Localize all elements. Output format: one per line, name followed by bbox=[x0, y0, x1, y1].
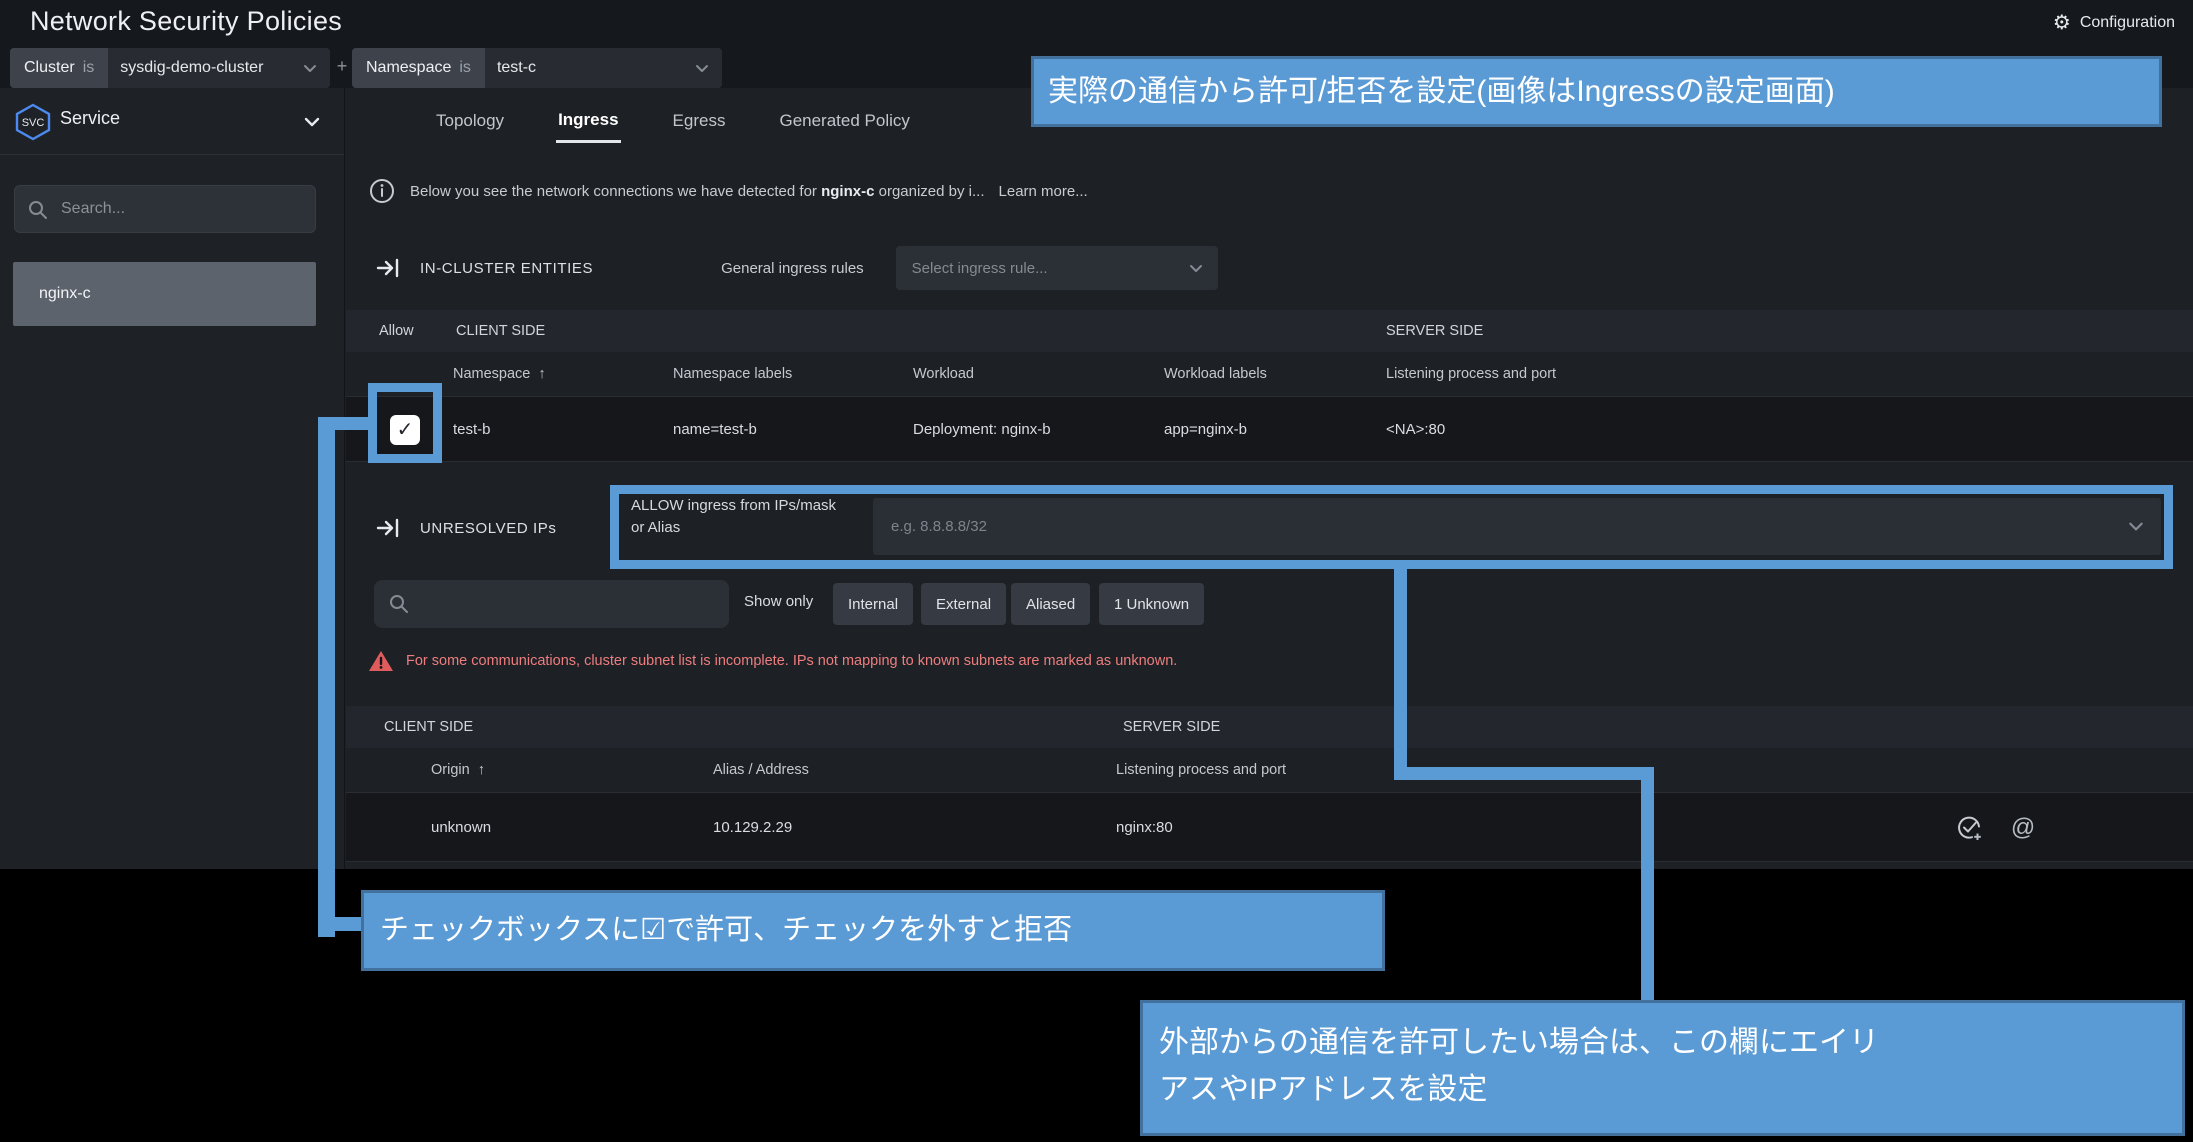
subnet-warning: For some communications, cluster subnet … bbox=[368, 644, 1177, 678]
annotation-connector-line bbox=[318, 417, 335, 937]
cell-listening: nginx:80 bbox=[1116, 793, 1173, 861]
annotation-connector-line bbox=[318, 917, 366, 931]
service-hexagon-icon: SVC bbox=[14, 102, 52, 142]
allow-input-highlight-box bbox=[610, 485, 2173, 569]
table-row: ✓ test-b name=test-b Deployment: nginx-b… bbox=[346, 396, 2193, 462]
assign-rule-icon[interactable] bbox=[1954, 813, 1984, 843]
search-icon bbox=[27, 199, 49, 221]
ingress-rule-select[interactable]: Select ingress rule... bbox=[896, 246, 1218, 290]
configuration-button[interactable]: ⚙ Configuration bbox=[2053, 10, 2175, 35]
configuration-label: Configuration bbox=[2080, 14, 2175, 32]
info-banner: Below you see the network connections we… bbox=[368, 176, 1088, 206]
sidebar-search bbox=[14, 185, 316, 233]
filter-button-external[interactable]: External bbox=[921, 583, 1006, 625]
cluster-filter-dropdown[interactable]: Cluster is sysdig-demo-cluster bbox=[10, 48, 330, 88]
annotation-connector-line bbox=[1394, 767, 1654, 780]
learn-more-link[interactable]: Learn more... bbox=[999, 183, 1088, 200]
warning-text: For some communications, cluster subnet … bbox=[406, 653, 1177, 669]
general-ingress-rules-label: General ingress rules bbox=[721, 260, 864, 277]
unresolved-ips-section-header: UNRESOLVED IPs bbox=[376, 508, 557, 548]
gear-icon: ⚙ bbox=[2053, 10, 2071, 35]
chevron-down-icon bbox=[302, 112, 322, 132]
col-listening[interactable]: Listening process and port bbox=[1386, 352, 1556, 396]
tab-egress[interactable]: Egress bbox=[671, 97, 728, 141]
col-listening[interactable]: Listening process and port bbox=[1116, 748, 1286, 792]
col-origin[interactable]: Origin↑ bbox=[431, 748, 485, 792]
service-type-label: Service bbox=[60, 108, 120, 129]
chevron-down-icon bbox=[302, 48, 330, 88]
tab-topology[interactable]: Topology bbox=[434, 97, 506, 141]
search-icon bbox=[388, 593, 410, 615]
info-subject: nginx-c bbox=[821, 183, 874, 200]
namespace-filter-field: Namespace is bbox=[352, 48, 485, 88]
in-cluster-table-group-header: Allow CLIENT SIDE SERVER SIDE bbox=[346, 310, 2193, 352]
unresolved-filter-row: Show only Internal External Aliased 1 Un… bbox=[346, 580, 2193, 630]
add-filter-button[interactable]: + bbox=[332, 56, 352, 77]
in-cluster-table-column-headers: Namespace↑ Namespace labels Workload Wor… bbox=[346, 352, 2193, 396]
cluster-filter-field: Cluster is bbox=[10, 48, 108, 88]
alias-at-icon[interactable]: @ bbox=[2008, 813, 2038, 843]
checkbox-highlight-box bbox=[368, 383, 442, 463]
ingress-enter-icon bbox=[376, 256, 402, 280]
unresolved-table-group-header: CLIENT SIDE SERVER SIDE bbox=[346, 706, 2193, 748]
ip-search bbox=[374, 580, 729, 628]
warning-icon bbox=[368, 649, 394, 673]
cell-origin: unknown bbox=[431, 793, 491, 861]
namespace-filter-value: test-c bbox=[485, 48, 694, 88]
server-side-header: SERVER SIDE bbox=[1123, 706, 1220, 748]
sort-asc-icon: ↑ bbox=[478, 762, 485, 778]
sidebar: SVC Service nginx-c bbox=[0, 88, 345, 869]
service-type-header[interactable]: SVC Service bbox=[0, 88, 344, 155]
filter-button-unknown[interactable]: 1 Unknown bbox=[1099, 583, 1204, 625]
tab-generated-policy[interactable]: Generated Policy bbox=[777, 97, 911, 141]
col-workload[interactable]: Workload bbox=[913, 352, 974, 396]
filter-button-aliased[interactable]: Aliased bbox=[1011, 583, 1090, 625]
info-text: Below you see the network connections we… bbox=[410, 183, 985, 200]
cluster-filter-value: sysdig-demo-cluster bbox=[108, 48, 298, 88]
page-title: Network Security Policies bbox=[30, 6, 342, 37]
table-row: unknown 10.129.2.29 nginx:80 @ bbox=[346, 792, 2193, 862]
annotation-top: 実際の通信から許可/拒否を設定(画像はIngressの設定画面) bbox=[1031, 56, 2162, 127]
cell-listening: <NA>:80 bbox=[1386, 397, 1445, 461]
col-workload-labels[interactable]: Workload labels bbox=[1164, 352, 1267, 396]
client-side-header: CLIENT SIDE bbox=[384, 706, 473, 748]
filter-button-internal[interactable]: Internal bbox=[833, 583, 913, 625]
svg-text:SVC: SVC bbox=[22, 117, 45, 129]
cell-alias-address: 10.129.2.29 bbox=[713, 793, 792, 861]
col-namespace-labels[interactable]: Namespace labels bbox=[673, 352, 792, 396]
annotation-external-traffic: 外部からの通信を許可したい場合は、この欄にエイリ アスやIPアドレスを設定 bbox=[1140, 1000, 2185, 1136]
sidebar-item-nginx-c[interactable]: nginx-c bbox=[13, 262, 316, 326]
in-cluster-section-header: IN-CLUSTER ENTITIES General ingress rule… bbox=[376, 243, 1218, 293]
allow-header: Allow bbox=[379, 310, 414, 352]
show-only-label: Show only bbox=[744, 593, 813, 610]
ip-search-input[interactable] bbox=[424, 580, 714, 626]
cell-workload: Deployment: nginx-b bbox=[913, 397, 1051, 461]
annotation-connector-line bbox=[1641, 767, 1654, 1007]
chevron-down-icon bbox=[1188, 260, 1204, 281]
server-side-header: SERVER SIDE bbox=[1386, 310, 1483, 352]
cell-workload-labels: app=nginx-b bbox=[1164, 397, 1247, 461]
cell-namespace-labels: name=test-b bbox=[673, 397, 757, 461]
in-cluster-title: IN-CLUSTER ENTITIES bbox=[420, 260, 593, 277]
main-content: Topology Ingress Egress Generated Policy… bbox=[346, 88, 2193, 869]
cell-namespace: test-b bbox=[453, 397, 491, 461]
info-icon bbox=[368, 177, 396, 205]
client-side-header: CLIENT SIDE bbox=[456, 310, 545, 352]
col-namespace[interactable]: Namespace↑ bbox=[453, 352, 546, 396]
unresolved-table-column-headers: Origin↑ Alias / Address Listening proces… bbox=[346, 748, 2193, 792]
sort-asc-icon: ↑ bbox=[538, 366, 545, 382]
annotation-checkbox: チェックボックスに☑で許可、チェックを外すと拒否 bbox=[361, 890, 1385, 971]
sidebar-search-input[interactable] bbox=[61, 186, 307, 232]
ingress-enter-icon bbox=[376, 516, 402, 540]
namespace-filter-dropdown[interactable]: Namespace is test-c bbox=[352, 48, 722, 88]
chevron-down-icon bbox=[694, 48, 722, 88]
col-alias-address[interactable]: Alias / Address bbox=[713, 748, 809, 792]
annotation-connector-line bbox=[1394, 566, 1407, 780]
unresolved-ips-title: UNRESOLVED IPs bbox=[420, 520, 557, 537]
tab-ingress[interactable]: Ingress bbox=[556, 96, 620, 143]
